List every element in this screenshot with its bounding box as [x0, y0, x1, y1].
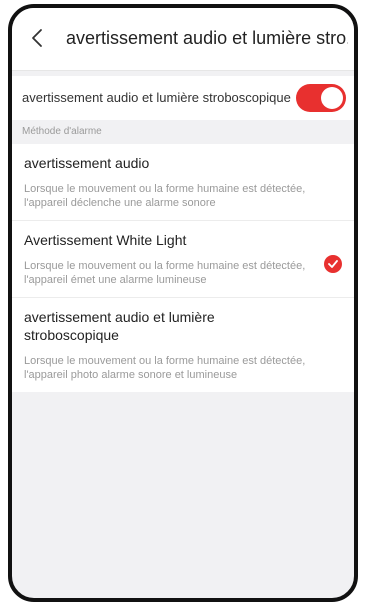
option-white-light[interactable]: Avertissement White Light Lorsque le mou…	[12, 221, 354, 298]
option-audio[interactable]: avertissement audio Lorsque le mouvement…	[12, 144, 354, 221]
toggle-knob	[321, 87, 343, 109]
option-description: Lorsque le mouvement ou la forme humaine…	[24, 183, 306, 209]
chevron-left-icon	[32, 29, 42, 47]
alarm-method-list: avertissement audio Lorsque le mouvement…	[12, 144, 354, 392]
option-title: Avertissement White Light	[24, 232, 187, 248]
checkmark-icon	[328, 260, 338, 268]
strobe-toggle-row: avertissement audio et lumière strobosco…	[12, 76, 354, 120]
option-title: avertissement audio	[24, 155, 150, 171]
strobe-toggle-switch[interactable]	[296, 84, 346, 112]
option-audio-strobe[interactable]: avertissement audio et lumière strobosco…	[12, 298, 354, 392]
page-title: avertissement audio et lumière stro...	[66, 28, 348, 48]
toggle-label: avertissement audio et lumière strobosco…	[22, 90, 291, 105]
header-bar: avertissement audio et lumière stro...	[12, 8, 354, 71]
option-description: Lorsque le mouvement ou la forme humaine…	[24, 355, 306, 381]
selected-check-icon	[324, 255, 342, 273]
option-title: avertissement audio et lumière strobosco…	[24, 309, 215, 343]
back-button[interactable]	[26, 26, 50, 50]
phone-frame: avertissement audio et lumière stro... a…	[8, 4, 358, 602]
option-description: Lorsque le mouvement ou la forme humaine…	[24, 260, 306, 286]
section-title: Méthode d'alarme	[22, 126, 102, 137]
